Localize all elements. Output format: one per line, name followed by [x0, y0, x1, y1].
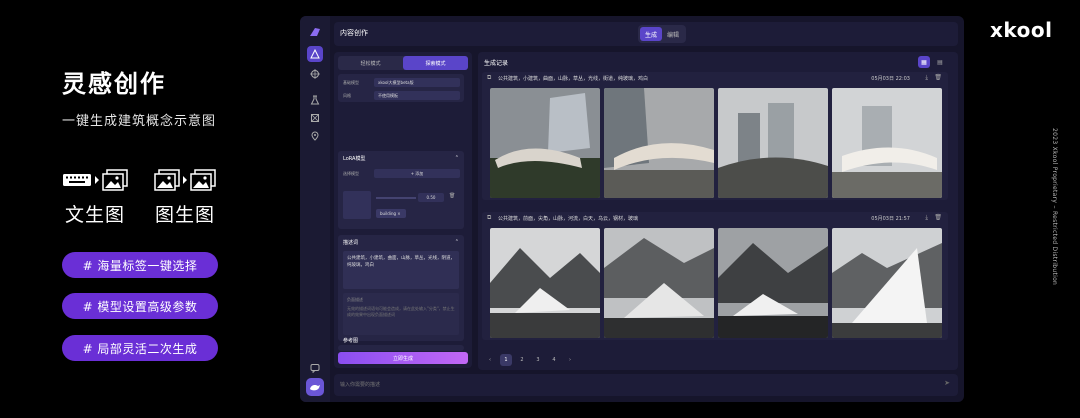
- style-label: 风格: [343, 93, 351, 98]
- arrow-right-icon: [183, 176, 187, 184]
- page-4[interactable]: 4: [548, 354, 560, 366]
- add-lora-button[interactable]: + 添加: [374, 169, 460, 178]
- arrow-right-icon: [95, 176, 99, 184]
- feature-pill: # 模型设置高级参数: [62, 293, 218, 319]
- brand-logo: xkool: [990, 18, 1053, 42]
- copy-icon[interactable]: ⧉: [487, 74, 491, 82]
- page-1[interactable]: 1: [500, 354, 512, 366]
- trash-icon[interactable]: 🗑: [934, 74, 942, 81]
- logo-icon: [307, 24, 323, 40]
- promo-title: 灵感创作: [62, 70, 166, 98]
- prev-page-button[interactable]: ‹: [484, 354, 496, 366]
- tab-explore-mode[interactable]: 探索模式: [403, 56, 468, 70]
- flask-icon[interactable]: [307, 92, 323, 108]
- tab-generate[interactable]: 生成: [640, 27, 663, 41]
- results-title: 生成记录: [484, 60, 509, 67]
- result-group: ⧉ 公共建筑，前面，尖角，山脉，河流，白天，乌云，钢材，玻璃 05月03日 21…: [482, 212, 948, 340]
- list-view-icon[interactable]: ▤: [934, 56, 946, 68]
- keyboard-icon: [63, 174, 91, 186]
- prompt-input[interactable]: [340, 378, 920, 392]
- tab-easy-mode[interactable]: 轻松模式: [338, 56, 403, 70]
- generate-button[interactable]: 立即生成: [338, 352, 468, 364]
- chevron-up-icon[interactable]: ⌃: [455, 239, 459, 246]
- copyright-note: 2023 Xkool Proprietary – Restricted Dist…: [1051, 128, 1058, 286]
- settings-panel: 轻松模式 探索模式 基础模型 xkool大模型beta版 风格 不使用模板 Lo…: [334, 52, 472, 368]
- lora-select-label: 选择模型: [343, 171, 359, 176]
- send-icon[interactable]: ➤: [944, 379, 950, 387]
- style-select[interactable]: 不使用模板: [374, 91, 460, 100]
- negative-prompt-hint: 无效的描述词语句可能会造成，请在此处输入"分类"，禁止生成的效果中出现负面描述词: [347, 306, 455, 317]
- copy-icon[interactable]: ⧉: [487, 214, 491, 222]
- model-select[interactable]: xkool大模型beta版: [374, 78, 460, 87]
- image-icon: [102, 169, 128, 191]
- result-image[interactable]: [832, 88, 942, 198]
- trash-icon[interactable]: 🗑: [934, 214, 942, 221]
- mode-list: 文生图 图生图: [62, 168, 216, 227]
- chat-icon[interactable]: [307, 360, 323, 376]
- feature-pill: # 局部灵活二次生成: [62, 335, 218, 361]
- compass-icon[interactable]: [307, 66, 323, 82]
- result-image[interactable]: [718, 88, 828, 198]
- result-image[interactable]: [832, 228, 942, 338]
- panel-tabs: 轻松模式 探索模式: [338, 56, 468, 70]
- page-3[interactable]: 3: [532, 354, 544, 366]
- location-icon[interactable]: [307, 128, 323, 144]
- model-label: 基础模型: [343, 80, 359, 85]
- mode-image-to-image: 图生图: [154, 168, 216, 227]
- prompt-textarea[interactable]: 公共建筑，小建筑，曲面，山脉，草丛，光线，阴道，纯玻璃，鸡白: [343, 251, 459, 289]
- chevron-up-icon[interactable]: ⌃: [455, 155, 459, 162]
- result-image[interactable]: [604, 88, 714, 198]
- result-time: 05月03日 21:57: [871, 216, 910, 222]
- negative-prompt-textarea[interactable]: 负面描述 无效的描述词语句可能会造成，请在此处输入"分类"，禁止生成的效果中出现…: [343, 293, 459, 335]
- reference-title: 参考图: [343, 338, 359, 344]
- weight-input[interactable]: 0.50: [418, 193, 444, 202]
- page-title: 内容创作: [340, 29, 368, 37]
- tab-edit[interactable]: 编辑: [662, 27, 684, 41]
- result-time: 05月03日 22:03: [871, 76, 910, 82]
- lora-tag[interactable]: building ×: [376, 209, 406, 218]
- mode-switch: 生成 编辑: [638, 25, 687, 43]
- prompt-bar: ➤: [334, 374, 958, 396]
- trash-icon[interactable]: 🗑: [449, 193, 455, 199]
- avatar[interactable]: [306, 378, 324, 396]
- result-image[interactable]: [490, 88, 600, 198]
- result-image[interactable]: [490, 228, 600, 338]
- mode-label: 图生图: [154, 204, 215, 226]
- promo-subtitle: 一键生成建筑概念示意图: [62, 114, 217, 129]
- result-tags: 公共建筑，前面，尖角，山脉，河流，白天，乌云，钢材，玻璃: [498, 216, 639, 222]
- pagination: ‹ 1 2 3 4 ›: [484, 354, 576, 366]
- image-icon: [190, 169, 216, 191]
- app-window: 内容创作 生成 编辑 轻松模式 探索模式 基础模型 xkool大模型beta版 …: [300, 16, 964, 402]
- promo-panel: 灵感创作 一键生成建筑概念示意图 文生图 图生图 # 海量标签一键选择 # 模型…: [0, 0, 290, 418]
- grid-icon[interactable]: [307, 110, 323, 126]
- download-icon[interactable]: ⤓: [925, 74, 928, 82]
- result-tags: 公共建筑，小建筑，曲面，山脉，草丛，光线，街道，纯玻璃，鸡白: [498, 76, 649, 82]
- result-image[interactable]: [718, 228, 828, 338]
- image-icon: [154, 169, 180, 191]
- lora-thumbnail: [343, 191, 371, 219]
- model-card: 基础模型 xkool大模型beta版 风格 不使用模板: [338, 74, 464, 102]
- side-rail: [300, 16, 330, 402]
- page-2[interactable]: 2: [516, 354, 528, 366]
- feature-pill: # 海量标签一键选择: [62, 252, 218, 278]
- prompt-card: 描述词 ⌃ 公共建筑，小建筑，曲面，山脉，草丛，光线，阴道，纯玻璃，鸡白 负面描述…: [338, 235, 464, 341]
- reference-card: [338, 345, 464, 351]
- next-page-button[interactable]: ›: [564, 354, 576, 366]
- grid-view-icon[interactable]: ▦: [918, 56, 930, 68]
- result-image[interactable]: [604, 228, 714, 338]
- lora-card: LoRA模型 ⌃ 选择模型 + 添加 0.50 🗑 building ×: [338, 151, 464, 229]
- weight-slider[interactable]: [376, 197, 416, 199]
- create-icon[interactable]: [307, 46, 323, 62]
- result-group: ⧉ 公共建筑，小建筑，曲面，山脉，草丛，光线，街道，纯玻璃，鸡白 05月03日 …: [482, 72, 948, 200]
- download-icon[interactable]: ⤓: [925, 214, 928, 222]
- prompt-title: 描述词: [343, 240, 359, 246]
- negative-prompt-label: 负面描述: [347, 297, 363, 302]
- mode-text-to-image: 文生图: [62, 168, 128, 227]
- mode-label: 文生图: [64, 204, 125, 226]
- top-bar: 内容创作 生成 编辑: [334, 22, 958, 46]
- results-panel: 生成记录 ▦ ▤ ⧉ 公共建筑，小建筑，曲面，山脉，草丛，光线，街道，纯玻璃，鸡…: [478, 52, 958, 370]
- lora-title: LoRA模型: [343, 156, 366, 162]
